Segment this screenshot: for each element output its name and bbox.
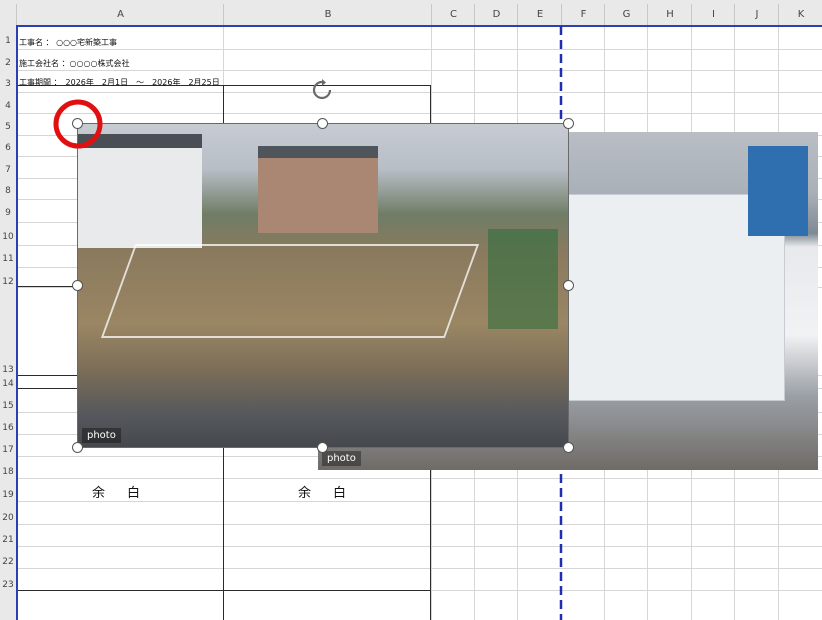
column-header-a[interactable]: A <box>16 4 224 26</box>
row-header-15[interactable]: 15 <box>0 401 16 411</box>
column-header-c[interactable]: C <box>431 4 475 26</box>
row-header-19[interactable]: 19 <box>0 490 16 500</box>
column-header-b[interactable]: B <box>223 4 432 26</box>
column-header-i[interactable]: I <box>691 4 735 26</box>
row-header-10[interactable]: 10 <box>0 232 16 242</box>
blue-tarp <box>748 146 808 236</box>
column-header-g[interactable]: G <box>604 4 648 26</box>
row-header-1[interactable]: 1 <box>0 36 16 46</box>
row-header-bar: 1 2 3 4 5 6 7 8 9 10 11 12 13 14 15 16 1… <box>0 26 17 620</box>
resize-handle-bottom-right[interactable] <box>563 442 574 453</box>
row-header-3[interactable]: 3 <box>0 79 16 89</box>
resize-handle-left[interactable] <box>72 280 83 291</box>
row-header-5[interactable]: 5 <box>0 122 16 132</box>
row-header-7[interactable]: 7 <box>0 165 16 175</box>
column-header-f[interactable]: F <box>561 4 605 26</box>
row-header-9[interactable]: 9 <box>0 208 16 218</box>
row-header-18[interactable]: 18 <box>0 467 16 477</box>
red-circle-highlight <box>53 99 103 149</box>
column-header-j[interactable]: J <box>734 4 779 26</box>
resize-handle-top[interactable] <box>317 118 328 129</box>
column-header-h[interactable]: H <box>647 4 692 26</box>
row-header-2[interactable]: 2 <box>0 58 16 68</box>
rotate-handle-icon[interactable] <box>310 78 334 102</box>
row-header-13[interactable]: 13 <box>0 365 16 375</box>
row-header-22[interactable]: 22 <box>0 557 16 567</box>
resize-handle-top-right[interactable] <box>563 118 574 129</box>
row-header-4[interactable]: 4 <box>0 101 16 111</box>
column-header-k[interactable]: K <box>778 4 822 26</box>
row-header-6[interactable]: 6 <box>0 143 16 153</box>
row-header-17[interactable]: 17 <box>0 445 16 455</box>
row-header-11[interactable]: 11 <box>0 254 16 264</box>
row-header-23[interactable]: 23 <box>0 580 16 590</box>
blank-label-b[interactable]: 余白 <box>298 482 368 501</box>
cell-a1-project-name[interactable]: 工事名 ： ○○○宅新築工事 <box>19 37 117 48</box>
resize-handle-right[interactable] <box>563 280 574 291</box>
resize-handle-bottom-left[interactable] <box>72 442 83 453</box>
row-header-14[interactable]: 14 <box>0 379 16 389</box>
row-header-20[interactable]: 20 <box>0 513 16 523</box>
row-header-16[interactable]: 16 <box>0 423 16 433</box>
cell-a3-period[interactable]: 工事期間 ： 2026年 2月1日 ～ 2026年 2月25日 <box>19 77 220 88</box>
resize-handle-bottom[interactable] <box>317 442 328 453</box>
cell-a2-contractor[interactable]: 施工会社名 ：○○○○株式会社 <box>19 58 129 69</box>
column-header-bar: A B C D E F G H I J K <box>0 0 822 27</box>
photo-behind-label: photo <box>322 451 361 466</box>
selection-frame <box>77 123 569 448</box>
blank-label-a[interactable]: 余白 <box>92 482 162 501</box>
column-header-d[interactable]: D <box>474 4 518 26</box>
row-header-8[interactable]: 8 <box>0 186 16 196</box>
column-header-e[interactable]: E <box>517 4 562 26</box>
row-header-21[interactable]: 21 <box>0 535 16 545</box>
row-header-12[interactable]: 12 <box>0 277 16 287</box>
